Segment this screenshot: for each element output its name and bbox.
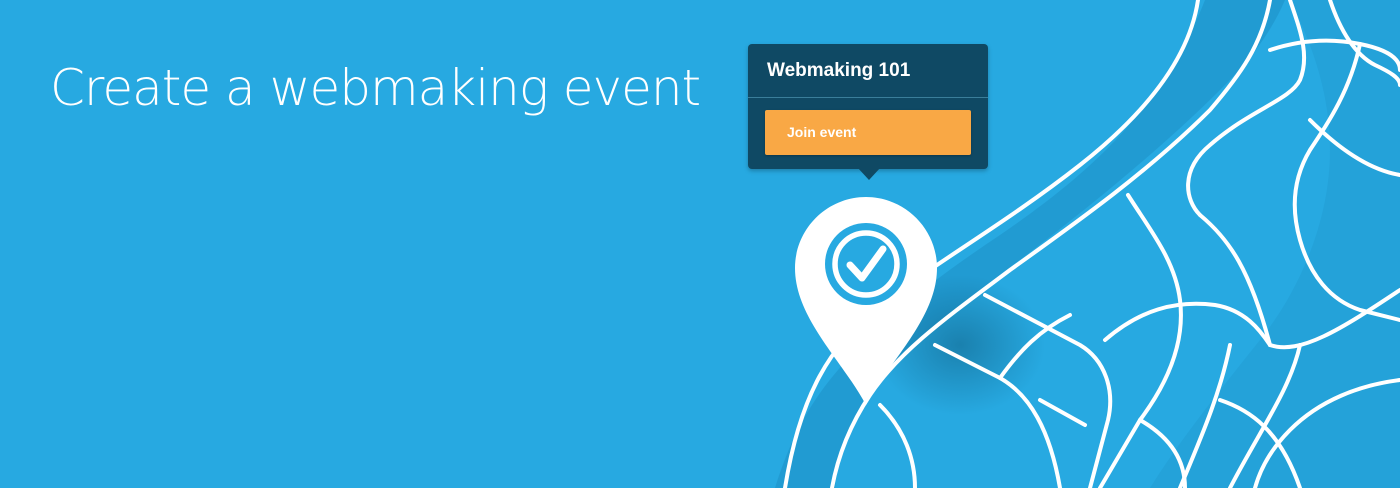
popup-divider [748, 97, 988, 98]
check-circle-icon [825, 223, 907, 305]
join-event-button-label: Join event [787, 124, 857, 140]
join-event-button[interactable]: Join event [765, 110, 971, 155]
page-headline: Create a webmaking event [50, 59, 701, 117]
popup-pointer [857, 167, 881, 180]
event-title: Webmaking 101 [767, 60, 911, 81]
event-popup: Webmaking 101 Join event [748, 44, 988, 169]
hero-banner: Create a webmaking event Webmaking 101 J… [0, 0, 1400, 488]
